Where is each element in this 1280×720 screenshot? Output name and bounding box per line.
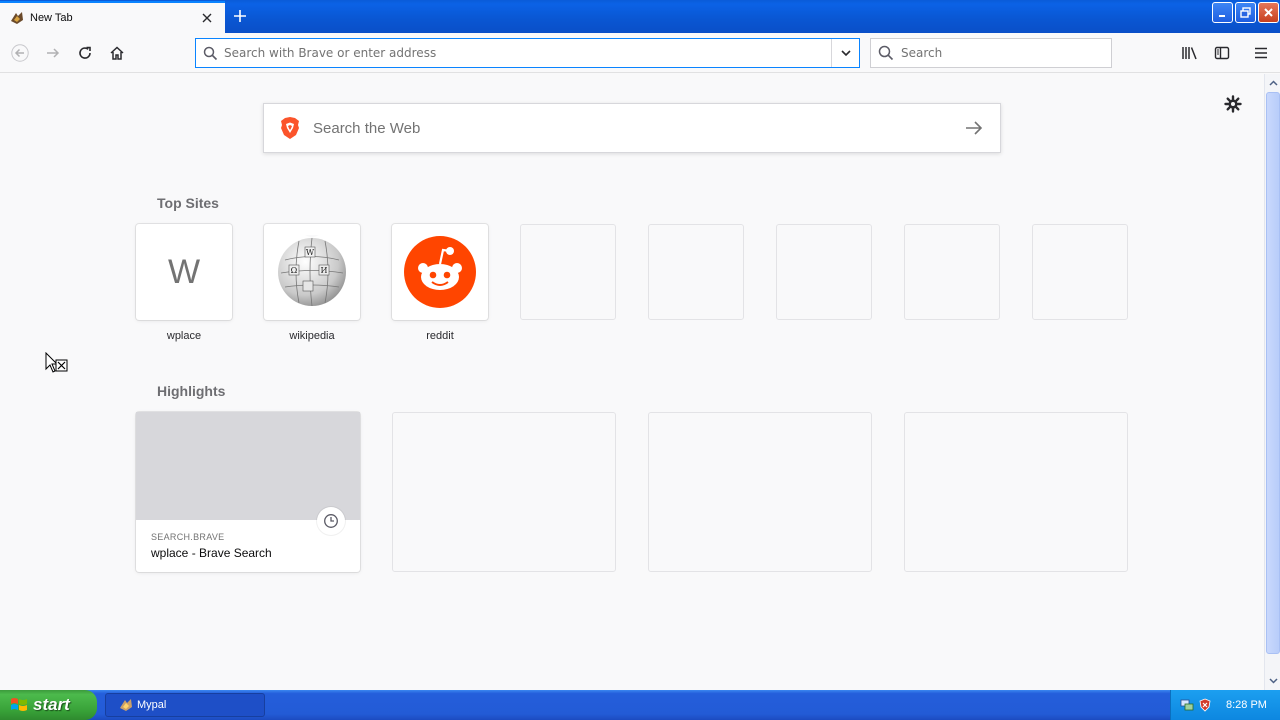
search-icon [196, 46, 224, 61]
empty-top-site-slot [648, 224, 744, 320]
search-bar[interactable] [870, 38, 1112, 68]
svg-text:Ω: Ω [291, 266, 298, 275]
chevron-down-icon [840, 50, 851, 57]
reload-button[interactable] [73, 41, 97, 65]
address-input[interactable] [224, 46, 831, 60]
web-search-input[interactable] [313, 119, 962, 137]
top-site-label: reddit [426, 330, 454, 342]
network-tray-icon[interactable] [1180, 698, 1194, 712]
tab-title: New Tab [30, 12, 73, 24]
window-controls [1212, 2, 1279, 23]
title-bar: New Tab [0, 0, 1280, 33]
scroll-down-arrow-icon[interactable] [1266, 673, 1280, 689]
empty-top-site-slot [776, 224, 872, 320]
security-alert-tray-icon[interactable] [1198, 698, 1212, 712]
start-label: start [33, 695, 70, 714]
forward-button[interactable] [41, 41, 65, 65]
system-tray: 8:28 PM [1170, 690, 1280, 720]
arrow-right-icon [966, 121, 983, 135]
empty-top-site-slot [904, 224, 1000, 320]
windows-flag-icon [11, 698, 27, 711]
back-arrow-icon [11, 44, 29, 62]
navigation-toolbar [0, 33, 1280, 73]
top-site-tile[interactable]: W Ω И [264, 224, 360, 320]
mypal-app-icon [120, 699, 132, 711]
new-tab-page: Top Sites W wplace W Ω И wikip [0, 74, 1264, 690]
home-icon [110, 46, 124, 60]
taskbar: start Mypal 8:28 PM [0, 690, 1280, 720]
taskbar-window-mypal[interactable]: Mypal [105, 693, 265, 717]
sidebar-icon [1214, 46, 1230, 60]
taskbar-window-label: Mypal [137, 699, 167, 711]
search-input[interactable] [901, 46, 1111, 60]
address-bar[interactable] [195, 38, 860, 68]
top-site-tile[interactable]: W [136, 224, 232, 320]
brave-logo-icon [281, 117, 299, 139]
taskbar-clock: 8:28 PM [1226, 699, 1267, 711]
forward-arrow-icon [47, 48, 60, 58]
tab-new-tab[interactable]: New Tab [0, 1, 225, 33]
search-icon [871, 45, 901, 61]
minimize-button[interactable] [1212, 2, 1233, 23]
highlight-thumbnail [136, 412, 360, 520]
scroll-up-arrow-icon[interactable] [1266, 75, 1280, 91]
restore-button[interactable] [1235, 2, 1256, 23]
site-letter-icon: W [167, 252, 201, 291]
vertical-scrollbar[interactable] [1264, 74, 1280, 690]
scrollbar-thumb[interactable] [1266, 92, 1280, 654]
gear-icon [1224, 95, 1242, 113]
empty-highlight-slot [392, 412, 616, 572]
close-window-button[interactable] [1258, 2, 1279, 23]
menu-button[interactable] [1249, 41, 1273, 65]
top-site-tile[interactable] [392, 224, 488, 320]
empty-highlight-slot [648, 412, 872, 572]
library-icon [1182, 47, 1197, 60]
empty-highlight-slot [904, 412, 1128, 572]
wikipedia-logo-icon: W Ω И [278, 235, 346, 307]
empty-top-site-slot [1032, 224, 1128, 320]
history-dropdown-button[interactable] [831, 39, 859, 67]
svg-text:И: И [321, 266, 328, 275]
search-go-button[interactable] [962, 116, 986, 140]
highlight-host: SEARCH.BRAVE [151, 532, 225, 542]
home-button[interactable] [105, 41, 129, 65]
highlight-card[interactable]: SEARCH.BRAVE wplace - Brave Search [136, 412, 360, 572]
new-tab-button[interactable] [229, 5, 251, 27]
web-search-box[interactable] [263, 103, 1001, 153]
top-sites-heading: Top Sites [157, 195, 219, 211]
highlights-heading: Highlights [157, 383, 226, 399]
top-site-label: wikipedia [289, 330, 335, 342]
hamburger-menu-icon [1255, 47, 1267, 59]
customize-settings-button[interactable] [1224, 95, 1242, 113]
back-button[interactable] [8, 41, 32, 65]
reload-icon [79, 46, 91, 59]
highlight-title: wplace - Brave Search [151, 546, 272, 560]
svg-text:W: W [306, 248, 315, 257]
close-tab-icon[interactable] [199, 10, 215, 26]
mouse-cursor-icon [45, 352, 68, 373]
library-button[interactable] [1178, 41, 1202, 65]
clock-icon [317, 507, 345, 535]
top-site-label: wplace [166, 330, 202, 342]
mypal-favicon-icon [11, 12, 23, 24]
sidebar-button[interactable] [1210, 41, 1234, 65]
reddit-logo-icon [404, 236, 476, 308]
empty-top-site-slot [520, 224, 616, 320]
start-button[interactable]: start [0, 690, 97, 720]
